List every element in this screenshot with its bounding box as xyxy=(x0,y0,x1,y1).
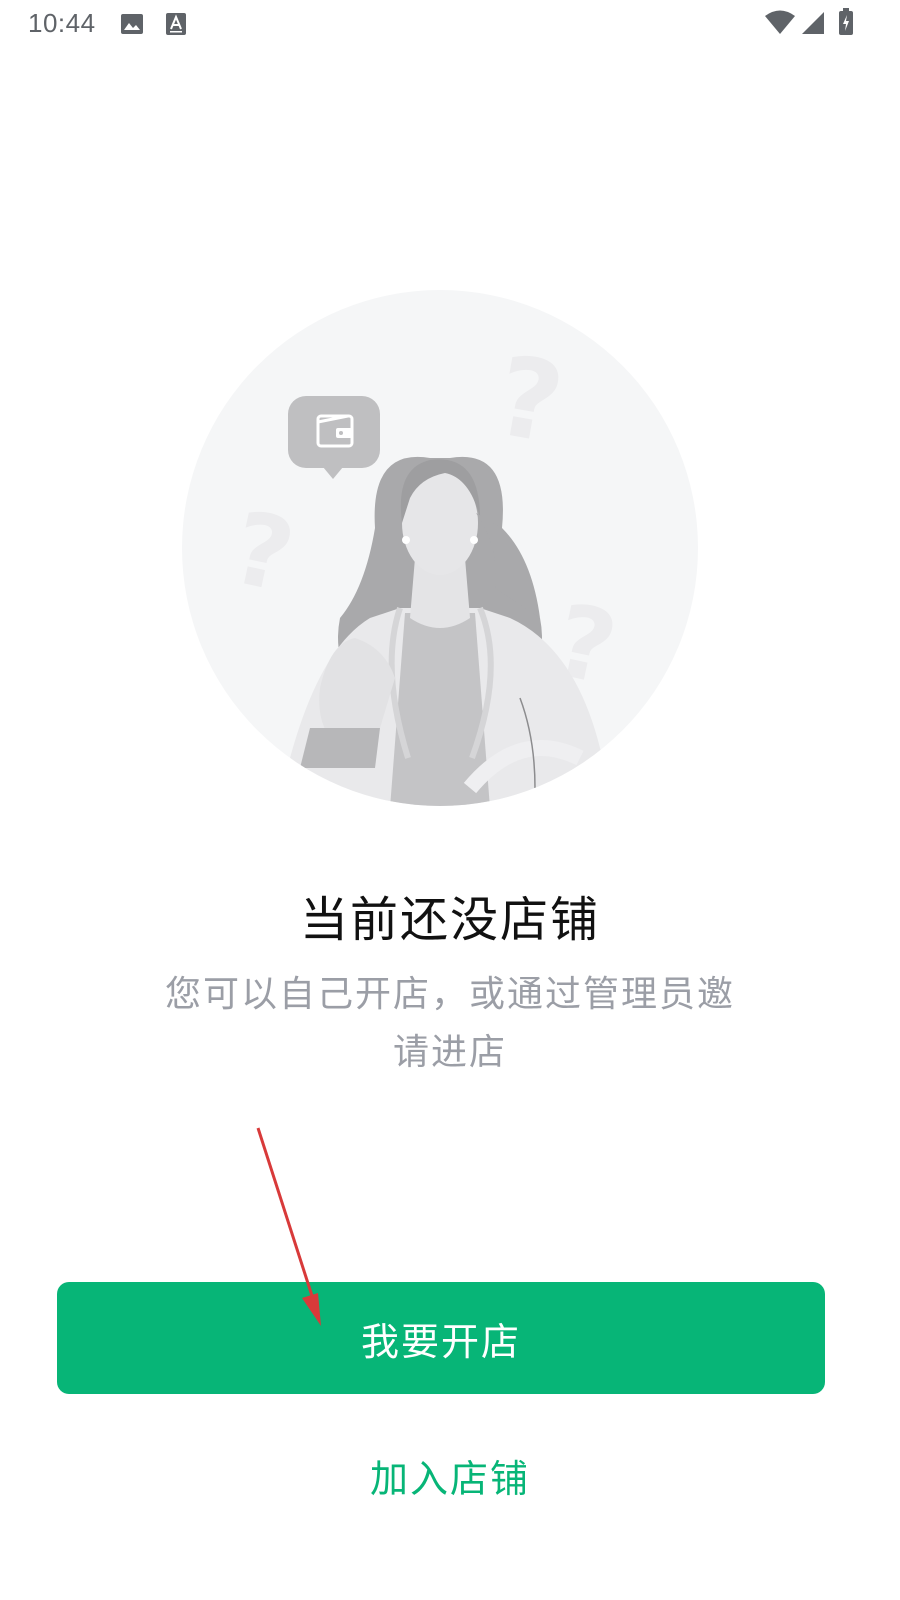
join-store-button[interactable]: 加入店铺 xyxy=(300,1440,600,1510)
image-icon xyxy=(121,14,143,34)
battery-charging-icon xyxy=(839,8,853,35)
status-time: 10:44 xyxy=(28,8,96,38)
empty-state-description: 您可以自己开店，或通过管理员邀请进店 xyxy=(164,974,735,1073)
text-a-icon xyxy=(166,13,186,35)
app-screen: 10:44 ? ? ? 当前还没店铺 您可以自己开店，或通过管理员邀请进店 我要… xyxy=(0,0,900,1600)
open-store-button[interactable]: 我要开店 xyxy=(57,1282,825,1394)
woman-confused-wallet-illustration: ? ? ? xyxy=(182,290,698,806)
wallet-icon xyxy=(288,396,380,479)
wifi-icon xyxy=(765,10,795,34)
empty-state-title: 当前还没店铺 xyxy=(299,892,600,948)
signal-icon xyxy=(802,12,824,34)
status-bar: 10:44 xyxy=(0,0,900,50)
